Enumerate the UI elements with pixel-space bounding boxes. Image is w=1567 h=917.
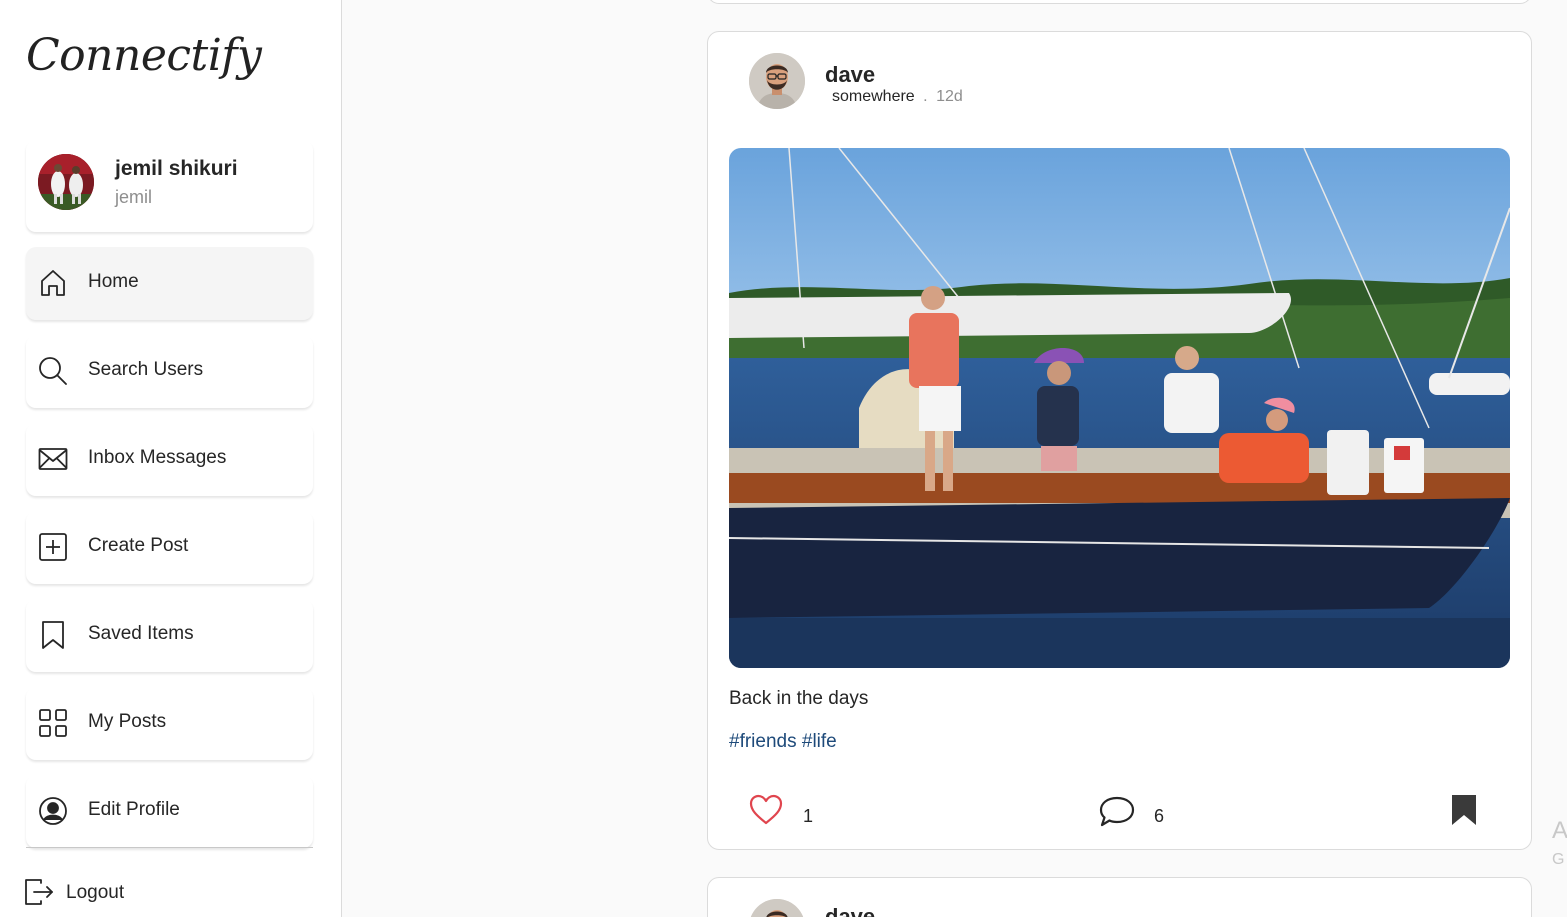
logout-label: Logout	[66, 882, 125, 903]
mail-icon	[38, 444, 68, 474]
edge-overlay-letter: G	[1552, 851, 1565, 868]
heart-icon	[749, 794, 783, 825]
like-count: 1	[803, 806, 814, 826]
author-avatar[interactable]	[749, 53, 805, 109]
logout-icon	[24, 877, 54, 907]
sidebar-item-label: Search Users	[88, 359, 204, 380]
logout-button[interactable]: Logout	[24, 874, 224, 910]
app-logo[interactable]: Connectify	[26, 30, 262, 81]
hashtag-link[interactable]: #life	[802, 731, 837, 752]
edge-overlay-letter: A	[1552, 817, 1567, 844]
post-age: 12d	[936, 88, 963, 105]
grid-icon	[38, 708, 68, 738]
profile-avatar[interactable]	[38, 154, 94, 210]
sidebar-item-edit-profile[interactable]: Edit Profile	[26, 775, 313, 848]
profile-card[interactable]: jemil shikuri jemil	[26, 140, 313, 232]
sidebar-item-label: Home	[88, 271, 139, 292]
post-author-name[interactable]: dave	[825, 62, 875, 88]
post-author-name[interactable]: dave	[825, 904, 875, 917]
post-card: dave somewhere . 12d Back in the days #f…	[707, 31, 1532, 850]
comment-icon	[1099, 796, 1135, 827]
sidebar-item-label: Create Post	[88, 535, 189, 556]
sidebar-item-label: Saved Items	[88, 623, 194, 644]
profile-name: jemil shikuri	[115, 157, 238, 180]
post-tags: #friends #life	[729, 731, 837, 753]
post-caption: Back in the days	[729, 688, 869, 709]
post-meta: somewhere . 12d	[832, 88, 963, 106]
meta-separator: .	[923, 88, 928, 105]
sidebar-item-create-post[interactable]: Create Post	[26, 511, 313, 584]
sidebar-item-label: Inbox Messages	[88, 447, 227, 468]
sidebar: Connectify jemil shikuri jemil Home Sear…	[0, 0, 342, 917]
search-icon	[38, 356, 68, 386]
sidebar-item-my-posts[interactable]: My Posts	[26, 687, 313, 760]
post-location: somewhere	[832, 88, 915, 105]
sidebar-item-label: Edit Profile	[88, 799, 180, 820]
sidebar-item-saved-items[interactable]: Saved Items	[26, 599, 313, 672]
bookmark-filled-icon	[1452, 795, 1476, 825]
post-image[interactable]	[729, 148, 1510, 668]
user-circle-icon	[38, 796, 68, 826]
sidebar-divider	[26, 847, 313, 848]
next-post-card: dave	[707, 877, 1532, 917]
like-button[interactable]	[748, 792, 784, 828]
profile-handle: jemil	[115, 187, 153, 207]
previous-post-card	[707, 0, 1532, 4]
comment-button[interactable]	[1098, 794, 1136, 830]
sidebar-item-home[interactable]: Home	[26, 247, 313, 320]
sidebar-item-inbox-messages[interactable]: Inbox Messages	[26, 423, 313, 496]
bookmark-icon	[38, 620, 68, 650]
sidebar-item-label: My Posts	[88, 711, 167, 732]
hashtag-link[interactable]: #friends	[729, 731, 797, 752]
author-avatar[interactable]	[749, 899, 805, 917]
comment-count: 6	[1154, 806, 1165, 826]
save-post-button[interactable]	[1450, 794, 1478, 826]
home-icon	[38, 268, 68, 298]
sidebar-item-search-users[interactable]: Search Users	[26, 335, 313, 408]
plus-square-icon	[38, 532, 68, 562]
